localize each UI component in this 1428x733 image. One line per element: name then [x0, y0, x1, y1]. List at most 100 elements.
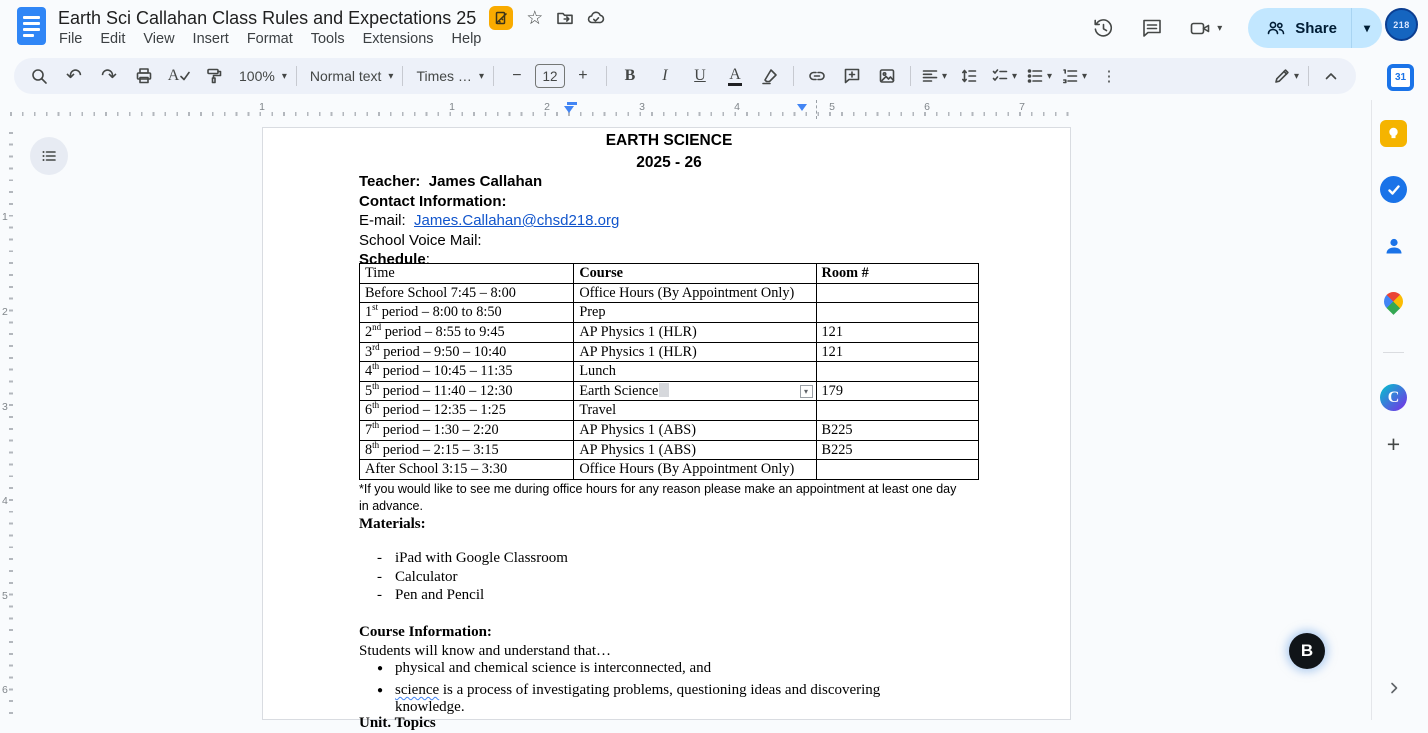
- collapse-panel-icon[interactable]: [1380, 674, 1407, 701]
- document-page[interactable]: EARTH SCIENCE 2025 - 26 Teacher: James C…: [262, 127, 1071, 731]
- table-row[interactable]: 5th period – 11:40 – 12:30 Earth Science ▾…: [360, 381, 979, 402]
- menu-format[interactable]: Format: [238, 28, 302, 50]
- increase-font-size-button[interactable]: +: [566, 62, 600, 90]
- ruler-number: 5: [829, 101, 835, 113]
- insert-link-icon[interactable]: [800, 62, 834, 90]
- text-color-button[interactable]: A: [718, 62, 752, 90]
- contact-line: Contact Information:: [359, 193, 507, 210]
- calendar-icon[interactable]: 31: [1387, 64, 1414, 91]
- hide-menus-icon[interactable]: [1314, 62, 1348, 90]
- share-dropdown-arrow-icon[interactable]: ▾: [1352, 21, 1382, 35]
- numbered-list-select[interactable]: ▾: [1057, 62, 1091, 90]
- cloud-status-icon[interactable]: [587, 9, 605, 27]
- schedule-table[interactable]: Time Course Room # Before School 7:45 – 8:0…: [359, 263, 979, 480]
- table-row[interactable]: 3rd period – 9:50 – 10:40 AP Physics 1 (H…: [360, 342, 979, 363]
- menu-edit[interactable]: Edit: [91, 28, 134, 50]
- add-panel-app-icon[interactable]: +: [1380, 431, 1407, 458]
- search-menus-icon[interactable]: [22, 62, 56, 90]
- font-size-input[interactable]: 12: [534, 64, 565, 88]
- canva-icon[interactable]: C: [1380, 384, 1407, 411]
- google-docs-logo[interactable]: [17, 7, 46, 45]
- table-row[interactable]: 8th period – 2:15 – 3:15 AP Physics 1 (AB…: [360, 440, 979, 461]
- star-icon[interactable]: ☆: [526, 9, 543, 28]
- doc-heading: EARTH SCIENCE: [605, 132, 733, 149]
- comments-icon[interactable]: [1141, 17, 1163, 39]
- paragraph-style-select[interactable]: Normal text ▾: [303, 62, 397, 90]
- table-header-row[interactable]: Time Course Room #: [360, 264, 979, 284]
- ruler-number: 5: [2, 590, 8, 602]
- maps-icon[interactable]: [1380, 288, 1407, 315]
- brisk-extension-button[interactable]: B: [1289, 633, 1325, 669]
- spell-check-icon[interactable]: A: [162, 62, 196, 90]
- insert-image-icon[interactable]: [870, 62, 904, 90]
- menu-extensions[interactable]: Extensions: [354, 28, 443, 50]
- ruler-number: 4: [734, 101, 740, 113]
- bold-button[interactable]: B: [613, 62, 647, 90]
- align-select[interactable]: ▾: [917, 62, 951, 90]
- document-title[interactable]: Earth Sci Callahan Class Rules and Expec…: [58, 8, 476, 29]
- materials-item: - iPad with Google Classroom: [377, 550, 568, 566]
- version-history-icon[interactable]: [1092, 17, 1115, 40]
- materials-item: - Pen and Pencil: [377, 587, 485, 604]
- print-icon[interactable]: [127, 62, 161, 90]
- doc-subheading: 2025 - 26: [636, 154, 702, 171]
- underline-button[interactable]: U: [683, 62, 717, 90]
- email-line: E-mail: James.Callahan@chsd218.org: [359, 212, 620, 229]
- highlight-color-icon[interactable]: [753, 62, 787, 90]
- menu-file[interactable]: File: [50, 28, 91, 50]
- share-button[interactable]: Share ▾: [1248, 8, 1382, 48]
- ruler-number: 1: [2, 211, 8, 223]
- table-row[interactable]: 2nd period – 8:55 to 9:45 AP Physics 1 (H…: [360, 322, 979, 343]
- italic-button[interactable]: I: [648, 62, 682, 90]
- materials-label: Materials:: [359, 516, 426, 532]
- email-link[interactable]: James.Callahan@chsd218.org: [414, 212, 619, 229]
- table-row[interactable]: 7th period – 1:30 – 2:20 AP Physics 1 (AB…: [360, 421, 979, 441]
- table-row[interactable]: 4th period – 10:45 – 11:35 Lunch: [360, 362, 979, 382]
- indent-marker[interactable]: [567, 102, 577, 105]
- table-row[interactable]: 1st period – 8:00 to 8:50 Prep: [360, 303, 979, 323]
- side-panel-separator: [1383, 352, 1404, 353]
- account-avatar[interactable]: 218: [1385, 8, 1418, 41]
- paint-format-icon[interactable]: [197, 62, 231, 90]
- bulleted-list-select[interactable]: ▾: [1022, 62, 1056, 90]
- table-row[interactable]: 6th period – 12:35 – 1:25 Travel: [360, 401, 979, 421]
- side-panel-divider: [1371, 100, 1372, 720]
- cell-dropdown-button[interactable]: ▾: [799, 384, 813, 398]
- join-meet-button[interactable]: ▾: [1189, 17, 1222, 40]
- table-row[interactable]: After School 3:15 – 3:30 Office Hours (By…: [360, 460, 979, 480]
- decrease-font-size-button[interactable]: −: [500, 62, 534, 90]
- ruler-number: 6: [924, 101, 930, 113]
- contacts-icon[interactable]: [1380, 232, 1407, 259]
- more-options-icon[interactable]: ⋮: [1092, 62, 1126, 90]
- keep-icon[interactable]: [1380, 120, 1407, 147]
- left-indent-marker[interactable]: [564, 106, 574, 113]
- editing-mode-select[interactable]: ▾: [1269, 62, 1303, 90]
- menu-view[interactable]: View: [134, 28, 183, 50]
- course-intro-line: Students will know and understand that…: [359, 643, 612, 659]
- show-document-outline-button[interactable]: [30, 137, 68, 175]
- font-family-select[interactable]: Times … ▾: [409, 62, 487, 90]
- ruler-number: 1: [259, 101, 265, 113]
- teacher-line: Teacher: James Callahan: [359, 173, 543, 190]
- menu-tools[interactable]: Tools: [302, 28, 354, 50]
- right-indent-marker[interactable]: [797, 104, 807, 111]
- menu-help[interactable]: Help: [443, 28, 491, 50]
- table-row[interactable]: Before School 7:45 – 8:00 Office Hours (B…: [360, 283, 979, 304]
- line-spacing-icon[interactable]: [952, 62, 986, 90]
- partial-next-line: Unit. Topics: [359, 715, 436, 731]
- materials-item: - Calculator: [377, 568, 458, 585]
- table-column-guide: [816, 100, 817, 119]
- meet-dropdown-arrow-icon[interactable]: ▾: [1217, 23, 1222, 34]
- zoom-select[interactable]: 100% ▾: [232, 62, 290, 90]
- redo-icon[interactable]: ↷: [92, 62, 126, 90]
- course-bullet-item: ● science is a process of investigating p…: [377, 682, 881, 715]
- tasks-icon[interactable]: [1380, 176, 1407, 203]
- brisk-extension-badge-icon[interactable]: [489, 6, 514, 30]
- add-comment-icon[interactable]: [835, 62, 869, 90]
- undo-icon[interactable]: ↶: [57, 62, 91, 90]
- ruler-number: 6: [2, 684, 8, 696]
- menu-insert[interactable]: Insert: [184, 28, 238, 50]
- checklist-select[interactable]: ▾: [987, 62, 1021, 90]
- move-folder-icon[interactable]: [556, 9, 574, 27]
- ruler-number: 2: [2, 306, 8, 318]
